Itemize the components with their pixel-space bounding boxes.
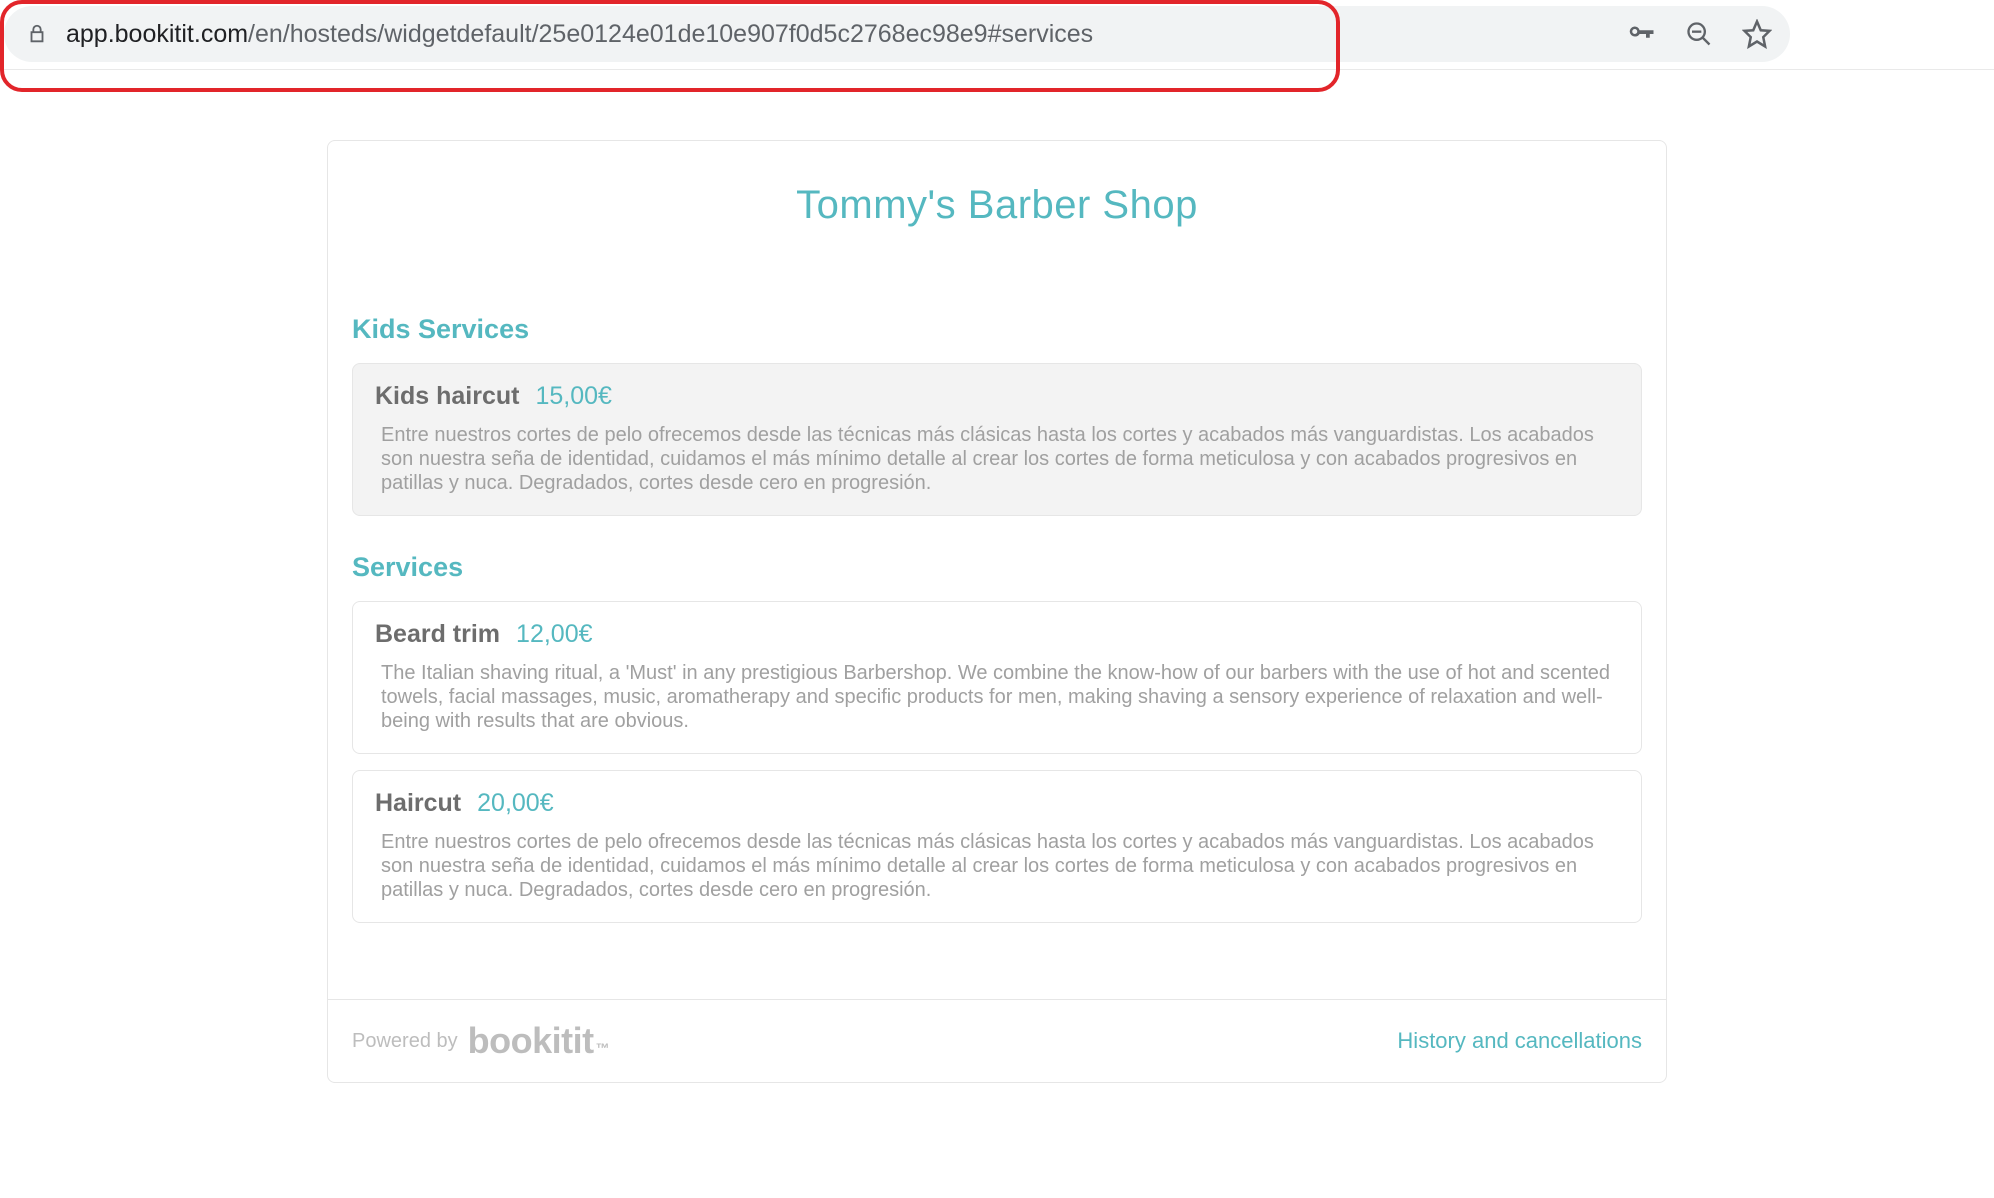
business-title: Tommy's Barber Shop xyxy=(348,183,1646,228)
service-card-haircut[interactable]: Haircut 20,00€ Entre nuestros cortes de … xyxy=(352,770,1642,923)
service-description: Entre nuestros cortes de pelo ofrecemos … xyxy=(375,830,1619,902)
service-price: 20,00€ xyxy=(477,789,553,818)
service-description: The Italian shaving ritual, a 'Must' in … xyxy=(375,661,1619,733)
browser-address-bar-region: app.bookitit.com/en/hosteds/widgetdefaul… xyxy=(0,0,1994,70)
history-cancellations-link[interactable]: History and cancellations xyxy=(1397,1028,1642,1054)
widget-header: Tommy's Barber Shop xyxy=(328,141,1666,248)
key-icon[interactable] xyxy=(1626,19,1656,49)
address-bar[interactable]: app.bookitit.com/en/hosteds/widgetdefaul… xyxy=(4,6,1790,62)
powered-by-label: Powered by xyxy=(352,1030,458,1053)
service-price: 15,00€ xyxy=(535,382,611,411)
service-head: Haircut 20,00€ xyxy=(375,789,1619,818)
brand-logo[interactable]: bookitit™ xyxy=(468,1020,609,1062)
url-path: /en/hosteds/widgetdefault/25e0124e01de10… xyxy=(248,20,1093,49)
page-body: Tommy's Barber Shop Kids Services Kids h… xyxy=(0,70,1994,1083)
service-name: Kids haircut xyxy=(375,382,519,411)
powered-by: Powered by bookitit™ xyxy=(352,1020,609,1062)
service-head: Kids haircut 15,00€ xyxy=(375,382,1619,411)
services-content: Kids Services Kids haircut 15,00€ Entre … xyxy=(328,248,1666,999)
booking-widget: Tommy's Barber Shop Kids Services Kids h… xyxy=(327,140,1667,1083)
service-name: Haircut xyxy=(375,789,461,818)
service-description: Entre nuestros cortes de pelo ofrecemos … xyxy=(375,423,1619,495)
service-card-kids-haircut[interactable]: Kids haircut 15,00€ Entre nuestros corte… xyxy=(352,363,1642,516)
section-title-kids: Kids Services xyxy=(352,314,1642,345)
star-icon[interactable] xyxy=(1742,19,1772,49)
service-card-beard-trim[interactable]: Beard trim 12,00€ The Italian shaving ri… xyxy=(352,601,1642,754)
widget-footer: Powered by bookitit™ History and cancell… xyxy=(328,999,1666,1082)
brand-text: bookitit xyxy=(468,1020,594,1062)
url-domain: app.bookitit.com xyxy=(66,20,248,49)
service-name: Beard trim xyxy=(375,620,500,649)
brand-tm: ™ xyxy=(596,1040,610,1056)
lock-icon xyxy=(26,23,48,45)
service-price: 12,00€ xyxy=(516,620,592,649)
address-bar-actions xyxy=(1626,19,1772,49)
zoom-out-icon[interactable] xyxy=(1684,19,1714,49)
service-head: Beard trim 12,00€ xyxy=(375,620,1619,649)
section-title-services: Services xyxy=(352,552,1642,583)
